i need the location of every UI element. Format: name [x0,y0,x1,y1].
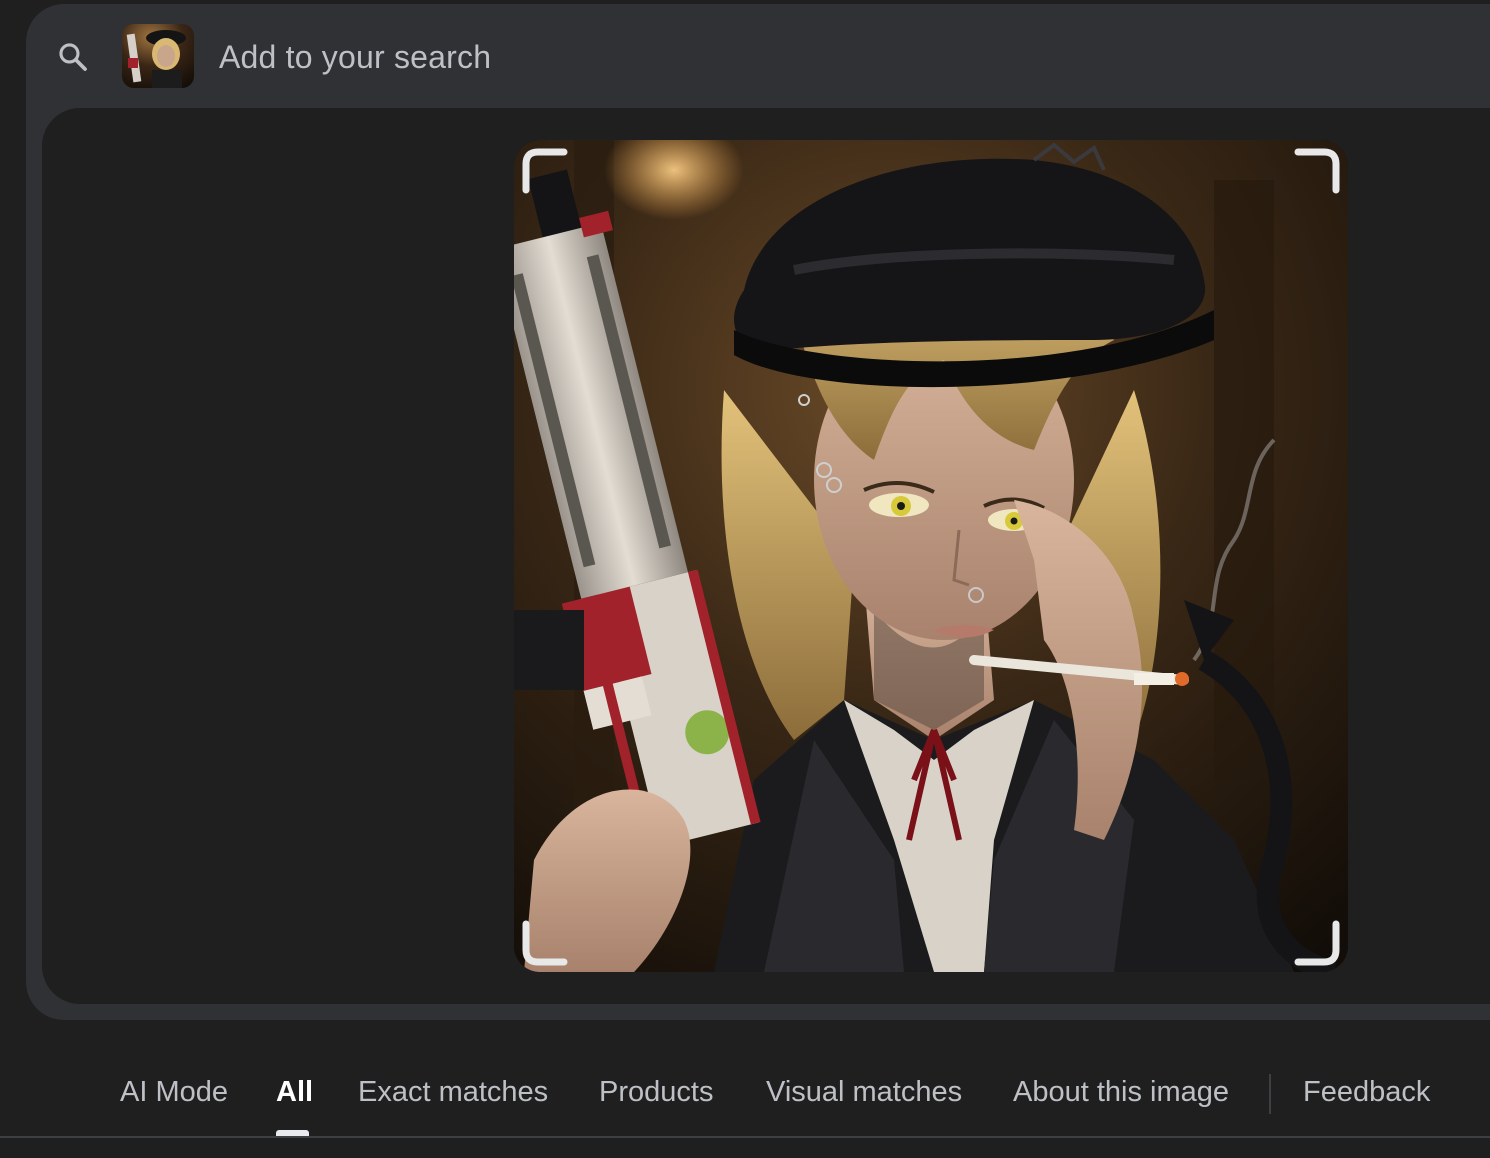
search-bar[interactable]: Add to your search [26,4,1490,108]
search-icon[interactable] [56,40,90,74]
tab-divider [1269,1074,1271,1114]
tab-ai-mode[interactable]: AI Mode [120,1074,228,1110]
image-thumbnail[interactable] [122,24,194,88]
image-preview-panel [42,108,1490,1004]
illustration-image [514,140,1348,972]
crop-handle-top-left[interactable] [520,146,568,194]
feedback-link[interactable]: Feedback [1303,1074,1430,1110]
tab-products[interactable]: Products [599,1074,713,1110]
uploaded-image [514,140,1348,972]
results-tabs: AI Mode All Exact matches Products Visua… [0,1060,1490,1138]
tab-exact-matches[interactable]: Exact matches [358,1074,548,1110]
tab-all[interactable]: All [276,1074,313,1110]
tab-visual-matches[interactable]: Visual matches [766,1074,962,1110]
search-card: Add to your search [26,4,1490,1020]
tab-about-this-image[interactable]: About this image [1013,1074,1229,1110]
tabs-divider-line [0,1136,1490,1138]
crop-handle-top-right[interactable] [1294,146,1342,194]
search-placeholder[interactable]: Add to your search [219,37,491,77]
crop-handle-bottom-right[interactable] [1294,920,1342,968]
crop-handle-bottom-left[interactable] [520,920,568,968]
